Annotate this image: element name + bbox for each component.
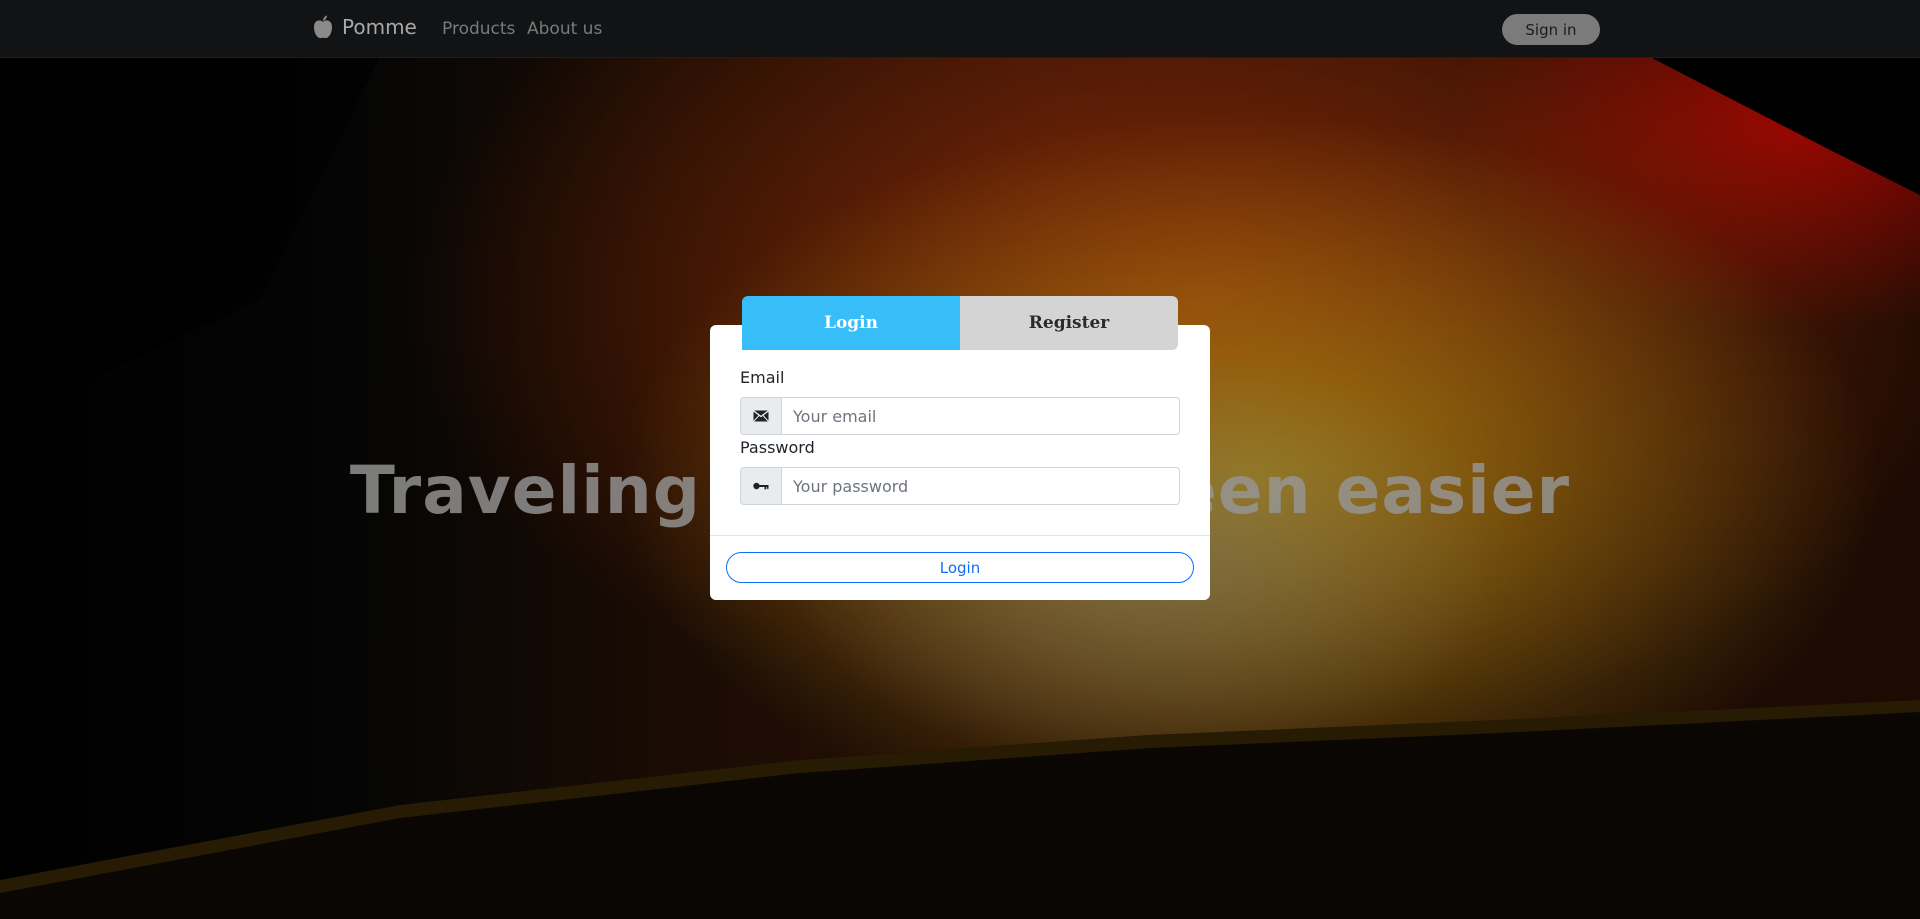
- auth-tabs: Login Register: [742, 296, 1178, 350]
- brand-link[interactable]: Pomme: [312, 14, 417, 40]
- nav-link-products[interactable]: Products: [442, 19, 515, 39]
- sign-in-button[interactable]: Sign in: [1502, 14, 1600, 45]
- nav-link-about-us[interactable]: About us: [527, 19, 602, 39]
- brand-name: Pomme: [342, 15, 417, 39]
- email-label: Email: [740, 368, 785, 387]
- password-input-group: [740, 467, 1180, 505]
- login-submit-button[interactable]: Login: [726, 552, 1194, 583]
- email-field[interactable]: [782, 397, 1180, 435]
- tab-register[interactable]: Register: [960, 296, 1178, 350]
- envelope-icon: [740, 397, 782, 435]
- top-navbar: Pomme Products About us Sign in: [0, 0, 1920, 58]
- password-field[interactable]: [782, 467, 1180, 505]
- password-label: Password: [740, 438, 815, 457]
- apple-logo-icon: [314, 15, 332, 39]
- login-card: Email Password Login: [710, 325, 1210, 600]
- key-icon: [740, 467, 782, 505]
- tab-login[interactable]: Login: [742, 296, 960, 350]
- card-divider: [710, 535, 1210, 536]
- email-input-group: [740, 397, 1180, 435]
